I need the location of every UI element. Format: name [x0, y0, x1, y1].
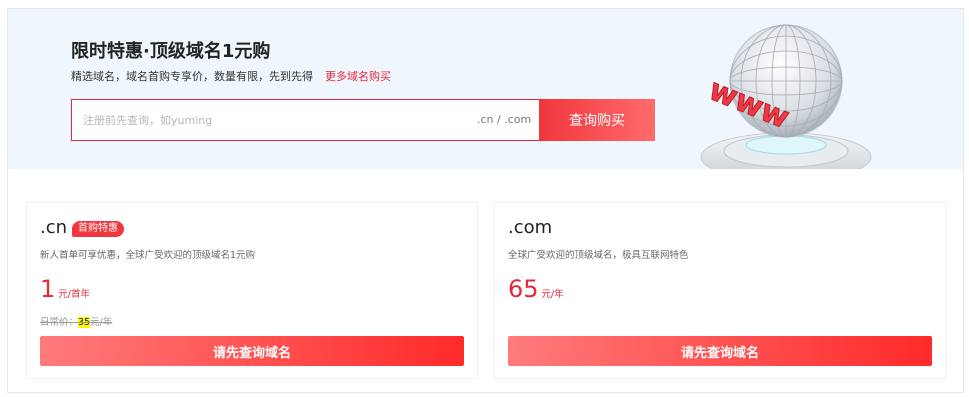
- query-domain-button[interactable]: 请先查询域名: [40, 336, 464, 366]
- domain-extension: .cn: [40, 217, 68, 238]
- more-domains-link[interactable]: 更多域名购买: [325, 70, 391, 83]
- original-price: 日常价：35元/年: [40, 314, 112, 328]
- original-price-value: 35: [78, 317, 91, 328]
- domain-promo-panel: 限时特惠·顶级域名1元购 精选域名，域名首购专享价，数量有限，先到先得 更多域名购…: [7, 8, 964, 393]
- offer-price: 1 元/首年: [40, 275, 90, 303]
- promo-banner: 限时特惠·顶级域名1元购 精选域名，域名首购专享价，数量有限，先到先得 更多域名购…: [8, 9, 963, 169]
- price-value: 1: [40, 275, 56, 303]
- price-unit: 元/首年: [58, 289, 90, 300]
- search-buy-button[interactable]: 查询购买: [539, 99, 655, 141]
- first-purchase-badge: 首购特惠: [72, 221, 124, 237]
- domain-search-box: .cn / .com 查询购买: [71, 99, 655, 141]
- banner-subtitle-text: 精选域名，域名首购专享价，数量有限，先到先得: [71, 70, 313, 83]
- offer-description: 全球广受欢迎的顶级域名，极具互联网特色: [508, 250, 689, 261]
- original-price-unit: 元/年: [90, 317, 113, 328]
- price-value: 65: [508, 275, 539, 303]
- offer-price: 65 元/年: [508, 275, 564, 303]
- www-globe-illustration: www: [700, 24, 872, 169]
- banner-title: 限时特惠·顶级域名1元购: [71, 41, 271, 62]
- domain-search-input[interactable]: [72, 100, 472, 140]
- offer-card-cn: .cn 首购特惠 新人首单可享优惠，全球广受欢迎的顶级域名1元购 1 元/首年 日…: [26, 202, 478, 379]
- domain-offer-cards: .cn 首购特惠 新人首单可享优惠，全球广受欢迎的顶级域名1元购 1 元/首年 日…: [8, 169, 963, 392]
- offer-description: 新人首单可享优惠，全球广受欢迎的顶级域名1元购: [40, 250, 256, 261]
- banner-subtitle: 精选域名，域名首购专享价，数量有限，先到先得 更多域名购买: [71, 68, 391, 84]
- query-domain-button[interactable]: 请先查询域名: [508, 336, 932, 366]
- original-price-label: 日常价：: [40, 317, 79, 328]
- domain-extension: .com: [508, 217, 553, 238]
- domain-suffix-hint: .cn / .com: [477, 113, 532, 126]
- price-unit: 元/年: [541, 289, 564, 300]
- offer-card-com: .com 全球广受欢迎的顶级域名，极具互联网特色 65 元/年 请先查询域名: [494, 202, 946, 379]
